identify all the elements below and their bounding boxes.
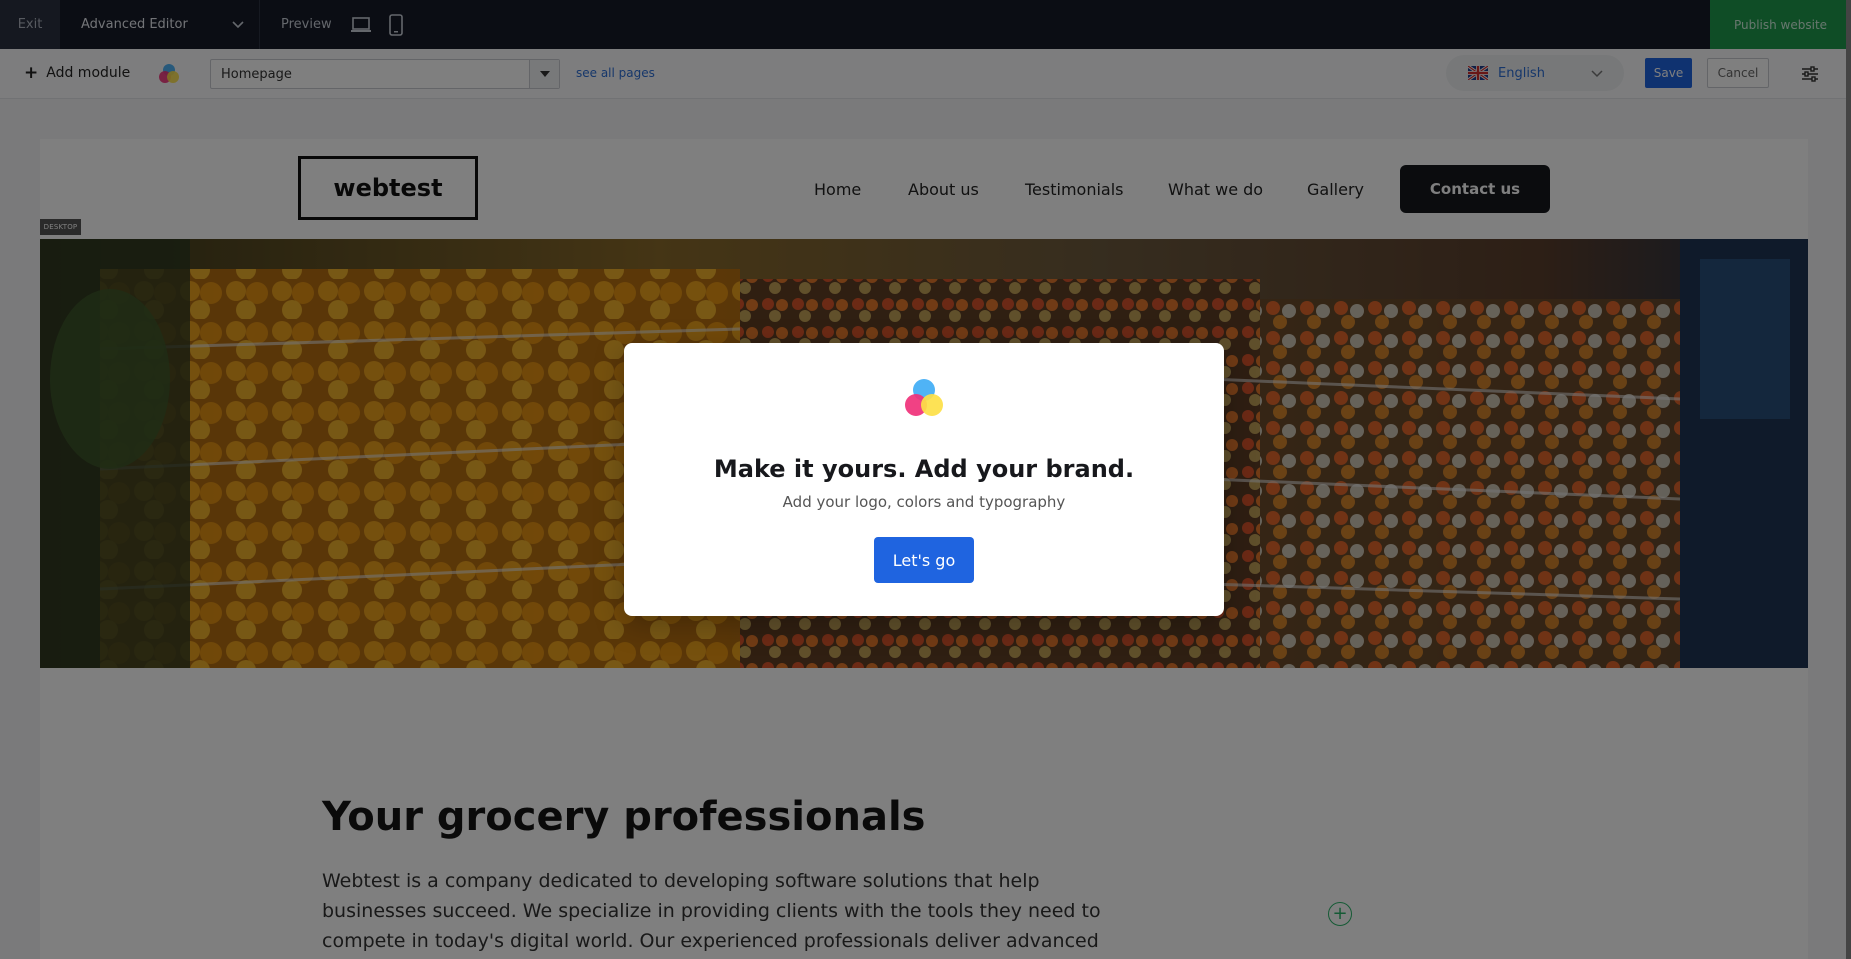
modal-title: Make it yours. Add your brand. <box>713 455 1135 483</box>
brand-onboarding-modal: Make it yours. Add your brand. Add your … <box>624 343 1224 616</box>
brand-logo-icon <box>905 379 943 416</box>
scrollbar[interactable] <box>1846 0 1851 959</box>
modal-subtitle: Add your logo, colors and typography <box>782 493 1066 511</box>
lets-go-button[interactable]: Let's go <box>874 537 974 583</box>
